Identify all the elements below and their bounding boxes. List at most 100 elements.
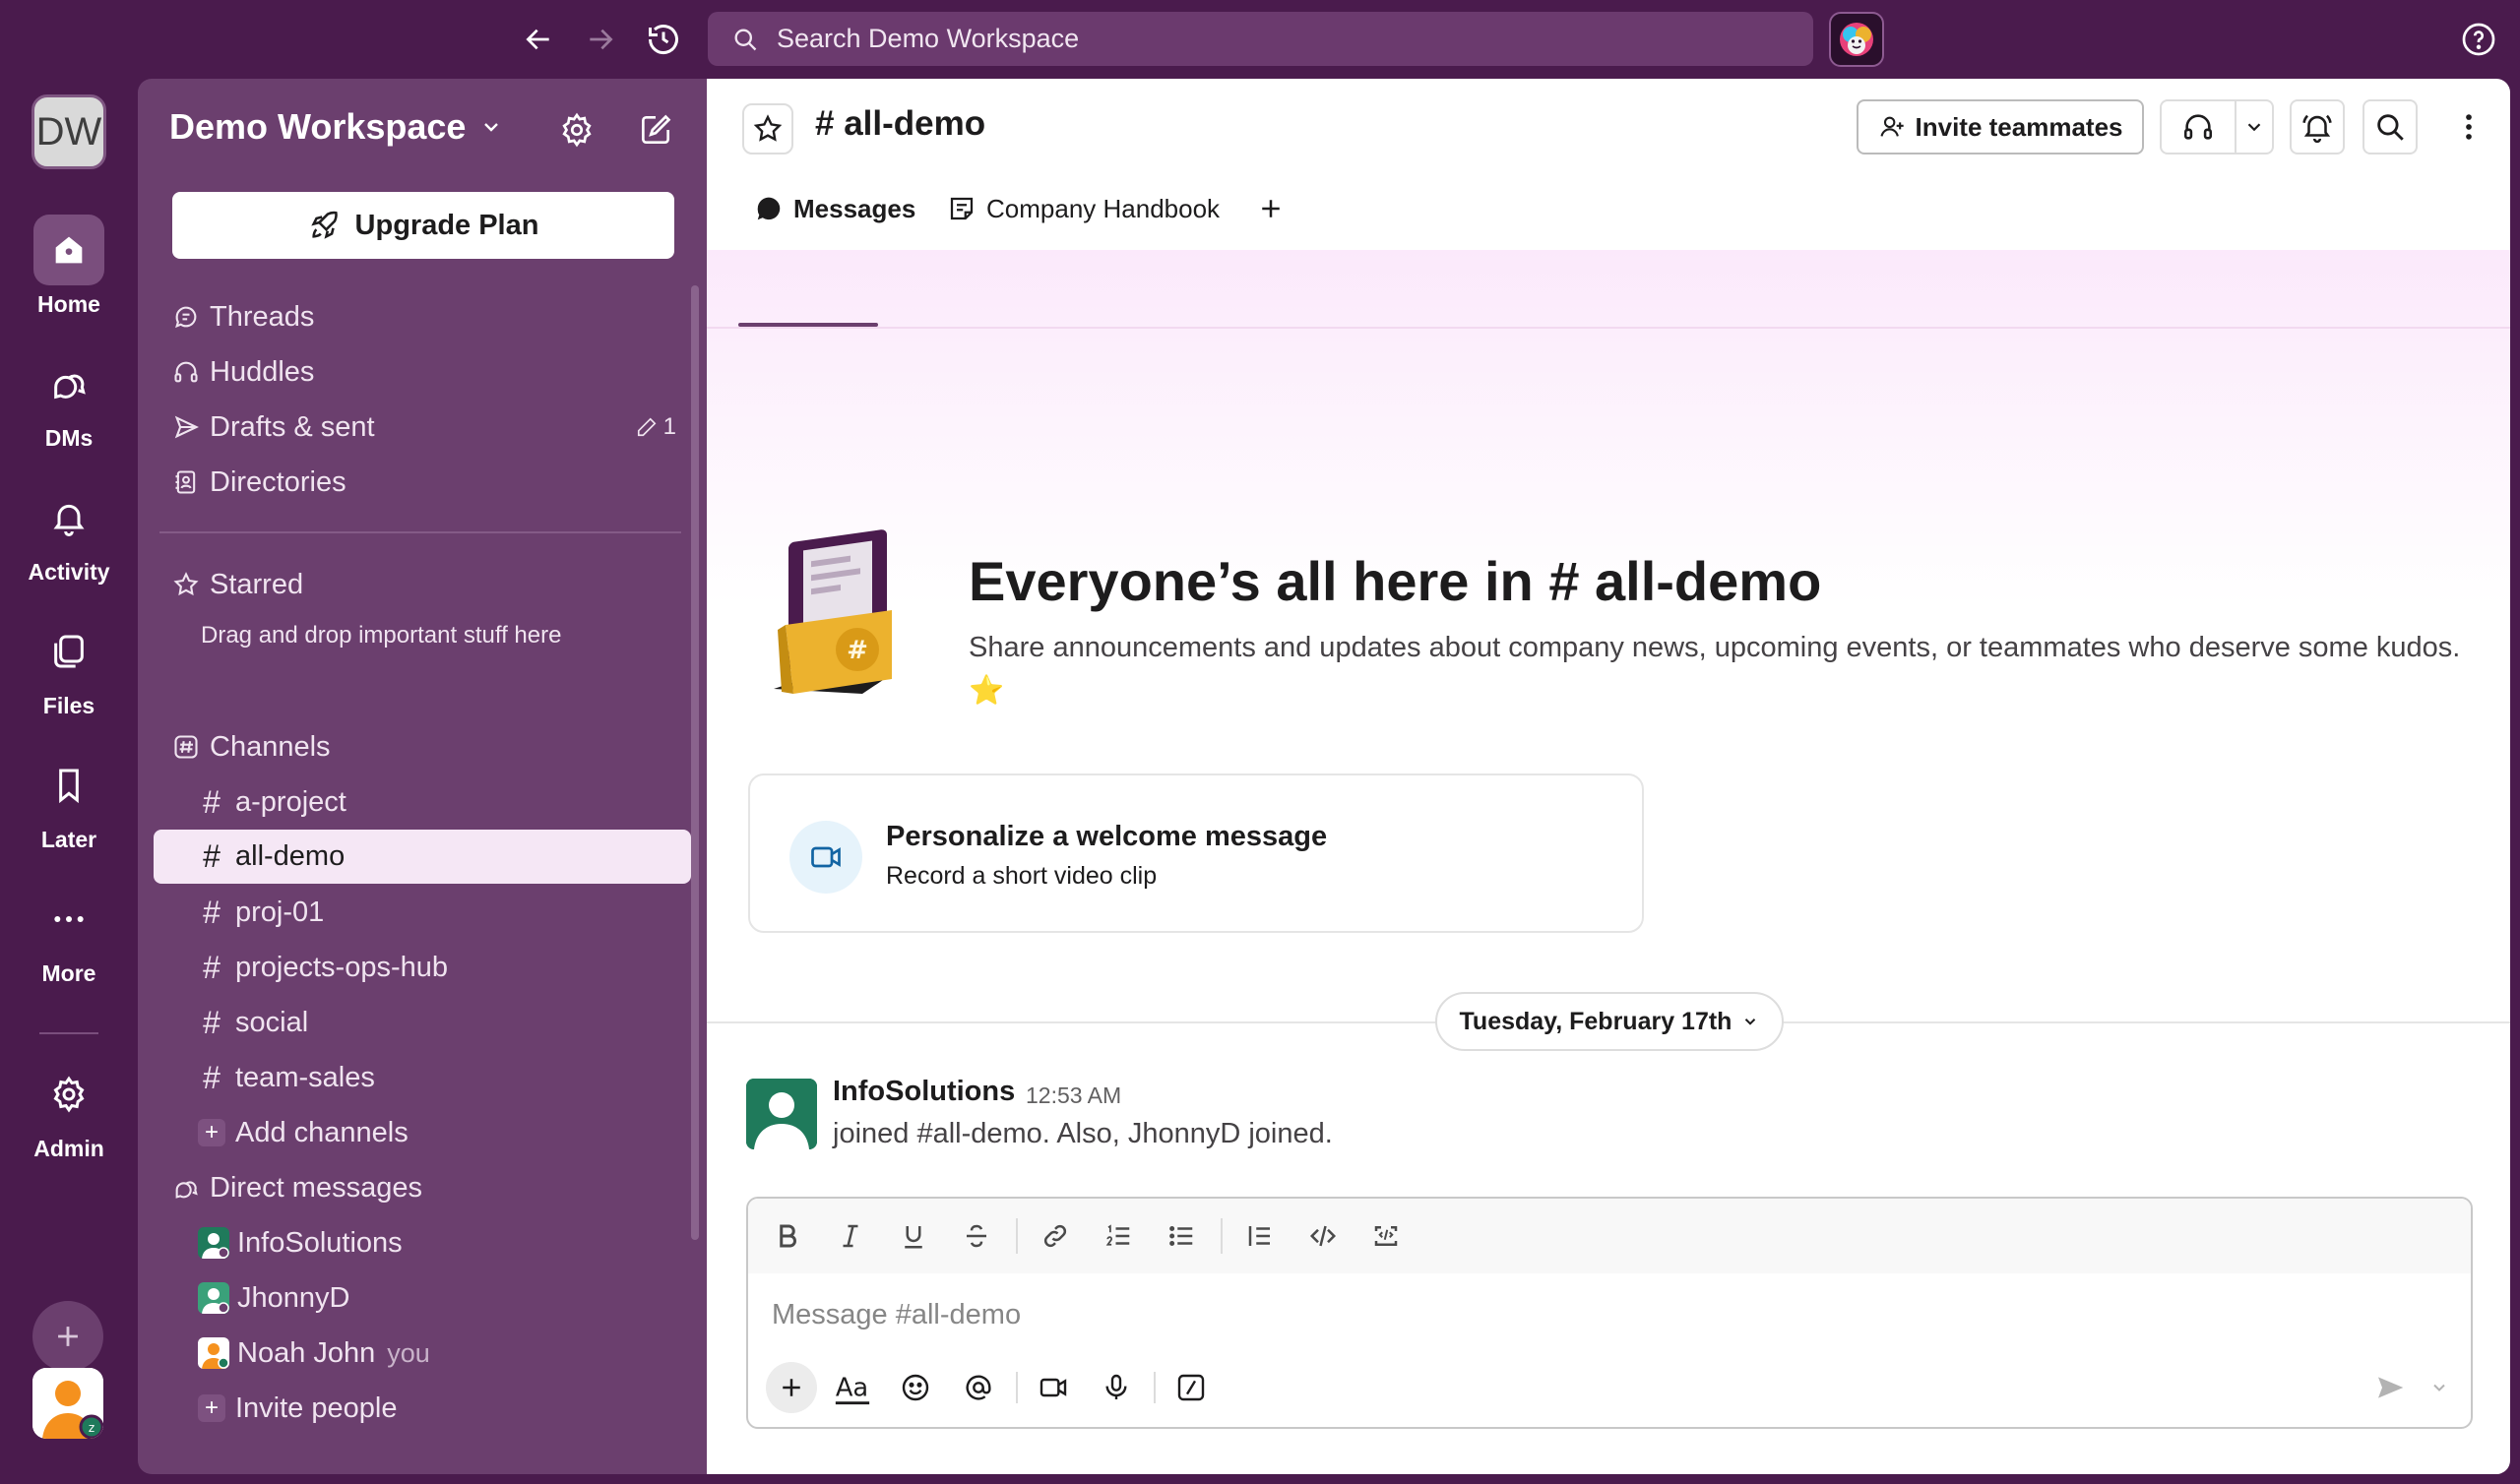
settings-gear-icon[interactable] — [555, 108, 598, 152]
gear-icon — [33, 1059, 104, 1130]
search-icon[interactable] — [2362, 99, 2418, 155]
message-input[interactable] — [772, 1293, 2445, 1336]
channel-label: proj-01 — [235, 896, 325, 928]
video-clip-icon[interactable] — [1032, 1366, 1075, 1409]
starred-section-label: Starred — [210, 568, 304, 600]
dm-label: InfoSolutions — [237, 1226, 403, 1259]
workspace-name: Demo Workspace — [169, 106, 467, 147]
message-bubble-icon — [754, 194, 793, 223]
text-formatting-icon[interactable]: Aa — [831, 1366, 874, 1409]
sidebar-section-channels[interactable]: Channels — [172, 722, 331, 772]
sidebar-item-channel-team-sales[interactable]: # team-sales — [154, 1053, 691, 1102]
date-divider-button[interactable]: Tuesday, February 17th — [1435, 992, 1784, 1051]
invite-people-button[interactable]: + Invite people — [154, 1384, 691, 1433]
svg-text:z: z — [89, 1421, 94, 1435]
sidebar-item-huddles[interactable]: Huddles — [172, 347, 314, 397]
strikethrough-icon[interactable] — [957, 1216, 996, 1256]
bold-icon[interactable] — [768, 1216, 807, 1256]
kebab-menu-icon[interactable] — [2449, 107, 2488, 147]
sidebar-item-channel-projects-ops-hub[interactable]: # projects-ops-hub — [154, 943, 691, 992]
forward-icon[interactable] — [581, 20, 620, 59]
chevron-down-icon[interactable] — [2236, 116, 2272, 138]
sidebar-scrollbar[interactable] — [691, 285, 699, 1240]
channel-tabs: Messages Company Handbook — [707, 171, 2510, 329]
underline-icon[interactable] — [894, 1216, 933, 1256]
app-icon[interactable] — [1829, 12, 1884, 67]
search-bar[interactable]: Search Demo Workspace — [708, 12, 1813, 66]
tab-messages[interactable]: Messages — [754, 181, 915, 236]
sidebar-item-channel-a-project[interactable]: # a-project — [154, 777, 691, 827]
channel-illustration: # — [764, 507, 912, 704]
channel-label: projects-ops-hub — [235, 951, 448, 983]
blockquote-icon[interactable] — [1240, 1216, 1280, 1256]
message-author[interactable]: InfoSolutions — [833, 1076, 1015, 1108]
tab-label: Messages — [793, 193, 916, 223]
help-circle-icon[interactable] — [2459, 20, 2498, 59]
directory-icon — [172, 468, 200, 496]
code-block-icon[interactable] — [1366, 1216, 1406, 1256]
sidebar-item-channel-all-demo[interactable]: # all-demo — [154, 830, 691, 884]
sidebar-section-starred[interactable]: Starred — [172, 560, 303, 609]
rail-item-more[interactable]: More — [0, 884, 138, 987]
starred-hint: Drag and drop important stuff here — [201, 622, 562, 649]
user-avatar[interactable]: z — [32, 1368, 103, 1439]
rail-item-later[interactable]: Later — [0, 750, 138, 853]
attach-plus-icon[interactable] — [766, 1362, 817, 1413]
rail-item-admin[interactable]: Admin — [0, 1059, 138, 1162]
message-timestamp[interactable]: 12:53 AM — [1026, 1082, 1121, 1109]
search-placeholder: Search Demo Workspace — [777, 24, 1080, 53]
rail-item-activity[interactable]: Activity — [0, 482, 138, 586]
numbered-list-icon[interactable] — [1099, 1216, 1138, 1256]
upgrade-plan-label: Upgrade Plan — [354, 209, 539, 241]
bell-icon — [33, 482, 104, 553]
search-icon — [731, 26, 759, 53]
plus-icon: + — [198, 1119, 225, 1146]
dm-label: JhonnyD — [237, 1281, 350, 1314]
invite-teammates-button[interactable]: Invite teammates — [1857, 99, 2144, 155]
history-icon[interactable] — [644, 20, 683, 59]
code-icon[interactable] — [1303, 1216, 1343, 1256]
message-text: joined #all-demo. Also, JhonnyD joined. — [833, 1118, 1333, 1149]
notification-bell-icon[interactable] — [2290, 99, 2345, 155]
rail-label-home: Home — [37, 291, 100, 317]
sidebar-item-dm-noah-john[interactable]: Noah John you — [154, 1329, 691, 1378]
headphones-icon[interactable] — [2162, 101, 2236, 153]
star-channel-icon[interactable] — [742, 103, 793, 155]
slash-command-icon[interactable] — [1169, 1366, 1213, 1409]
add-tab-icon[interactable] — [1256, 181, 1295, 236]
back-icon[interactable] — [519, 20, 558, 59]
chevron-down-icon[interactable] — [2422, 1366, 2457, 1409]
avatar[interactable] — [746, 1079, 817, 1149]
personalize-welcome-card[interactable]: Personalize a welcome message Record a s… — [748, 773, 1644, 933]
star-icon — [172, 571, 200, 598]
sidebar-item-dm-infosolutions[interactable]: InfoSolutions — [154, 1218, 691, 1268]
sidebar-item-channel-social[interactable]: # social — [154, 998, 691, 1047]
rail-label-dms: DMs — [44, 425, 94, 451]
sidebar-item-directories[interactable]: Directories — [172, 458, 346, 507]
tab-company-handbook[interactable]: Company Handbook — [947, 181, 1220, 236]
bulleted-list-icon[interactable] — [1162, 1216, 1201, 1256]
rail-item-home[interactable]: Home — [0, 215, 138, 318]
sidebar-item-channel-proj-01[interactable]: # proj-01 — [154, 888, 691, 937]
italic-icon[interactable] — [831, 1216, 870, 1256]
mention-icon[interactable] — [957, 1366, 1000, 1409]
emoji-icon[interactable] — [894, 1366, 937, 1409]
sidebar-item-threads[interactable]: Threads — [172, 292, 314, 341]
microphone-icon[interactable] — [1095, 1366, 1138, 1409]
upgrade-plan-button[interactable]: Upgrade Plan — [172, 192, 674, 259]
rail-item-dms[interactable]: DMs — [0, 348, 138, 452]
add-channels-button[interactable]: + Add channels — [154, 1108, 691, 1157]
rail-item-files[interactable]: Files — [0, 616, 138, 719]
link-icon[interactable] — [1036, 1216, 1075, 1256]
date-label: Tuesday, February 17th — [1459, 1007, 1732, 1035]
send-icon[interactable] — [2368, 1366, 2412, 1409]
sidebar-item-drafts[interactable]: Drafts & sent 1 — [172, 402, 704, 452]
channel-title[interactable]: # all-demo — [815, 104, 985, 144]
compose-icon[interactable] — [634, 108, 677, 152]
workspace-avatar[interactable]: DW — [32, 94, 106, 169]
sidebar-item-dm-jhonnyd[interactable]: JhonnyD — [154, 1273, 691, 1323]
sidebar-section-direct-messages[interactable]: Direct messages — [172, 1163, 422, 1212]
add-workspace-button[interactable] — [32, 1301, 103, 1372]
workspace-menu[interactable]: Demo Workspace — [169, 106, 503, 148]
svg-text:#: # — [847, 636, 868, 665]
